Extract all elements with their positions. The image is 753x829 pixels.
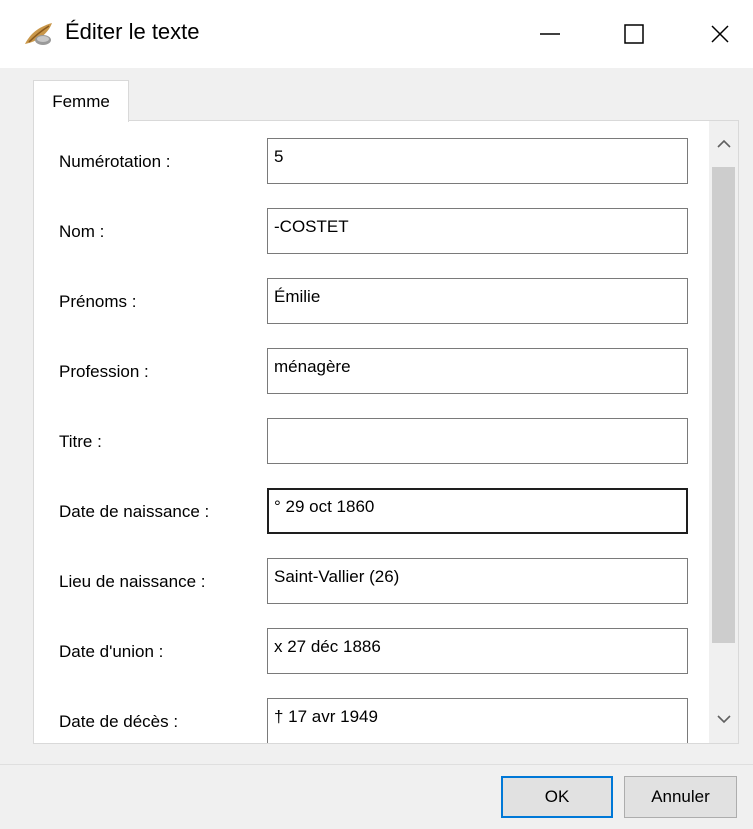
field-label: Date d'union : — [59, 642, 164, 661]
form-row-date-deces: Date de décès : † 17 avr 1949 — [34, 698, 714, 743]
field-label: Numérotation : — [59, 152, 171, 171]
close-button[interactable] — [688, 0, 752, 68]
nom-input[interactable]: -COSTET — [267, 208, 688, 254]
window-title: Éditer le texte — [65, 19, 200, 44]
date-deces-input[interactable]: † 17 avr 1949 — [267, 698, 688, 743]
form-row-date-naissance: Date de naissance : ° 29 oct 1860 — [34, 488, 714, 534]
titre-input[interactable] — [267, 418, 688, 464]
date-naissance-input[interactable]: ° 29 oct 1860 — [267, 488, 688, 534]
form-row-date-union: Date d'union : x 27 déc 1886 — [34, 628, 714, 674]
cancel-button[interactable]: Annuler — [624, 776, 737, 818]
form-row-lieu-naissance: Lieu de naissance : Saint-Vallier (26) — [34, 558, 714, 604]
footer-divider — [0, 764, 753, 765]
form-row-numerotation: Numérotation : 5 — [34, 138, 714, 184]
field-label: Date de décès : — [59, 712, 179, 731]
prenoms-input[interactable]: Émilie — [267, 278, 688, 324]
quill-feather-icon — [22, 20, 56, 48]
field-label: Lieu de naissance : — [59, 572, 206, 591]
field-label: Prénoms : — [59, 292, 137, 311]
form-row-titre: Titre : — [34, 418, 714, 464]
field-label: Nom : — [59, 222, 105, 241]
chevron-up-icon — [716, 135, 731, 153]
ok-button[interactable]: OK — [501, 776, 613, 818]
field-label: Date de naissance : — [59, 502, 210, 521]
maximize-button[interactable] — [602, 0, 666, 68]
date-union-input[interactable]: x 27 déc 1886 — [267, 628, 688, 674]
chevron-down-icon — [716, 711, 731, 729]
form-panel: Numérotation : 5 Nom : -COSTET Prénoms :… — [33, 120, 739, 744]
profession-input[interactable]: ménagère — [267, 348, 688, 394]
scroll-down-button[interactable] — [709, 697, 738, 743]
lieu-naissance-input[interactable]: Saint-Vallier (26) — [267, 558, 688, 604]
form-row-profession: Profession : ménagère — [34, 348, 714, 394]
vertical-scrollbar[interactable] — [709, 121, 738, 743]
maximize-icon — [623, 23, 645, 45]
title-bar: Éditer le texte — [0, 0, 753, 68]
numerotation-input[interactable]: 5 — [267, 138, 688, 184]
tab-femme[interactable]: Femme — [33, 80, 129, 122]
minimize-icon — [539, 23, 561, 45]
scroll-thumb[interactable] — [712, 167, 735, 643]
form-row-nom: Nom : -COSTET — [34, 208, 714, 254]
scroll-up-button[interactable] — [709, 121, 738, 167]
field-label: Titre : — [59, 432, 102, 451]
minimize-button[interactable] — [518, 0, 582, 68]
form-row-prenoms: Prénoms : Émilie — [34, 278, 714, 324]
field-label: Profession : — [59, 362, 149, 381]
close-icon — [709, 23, 731, 45]
